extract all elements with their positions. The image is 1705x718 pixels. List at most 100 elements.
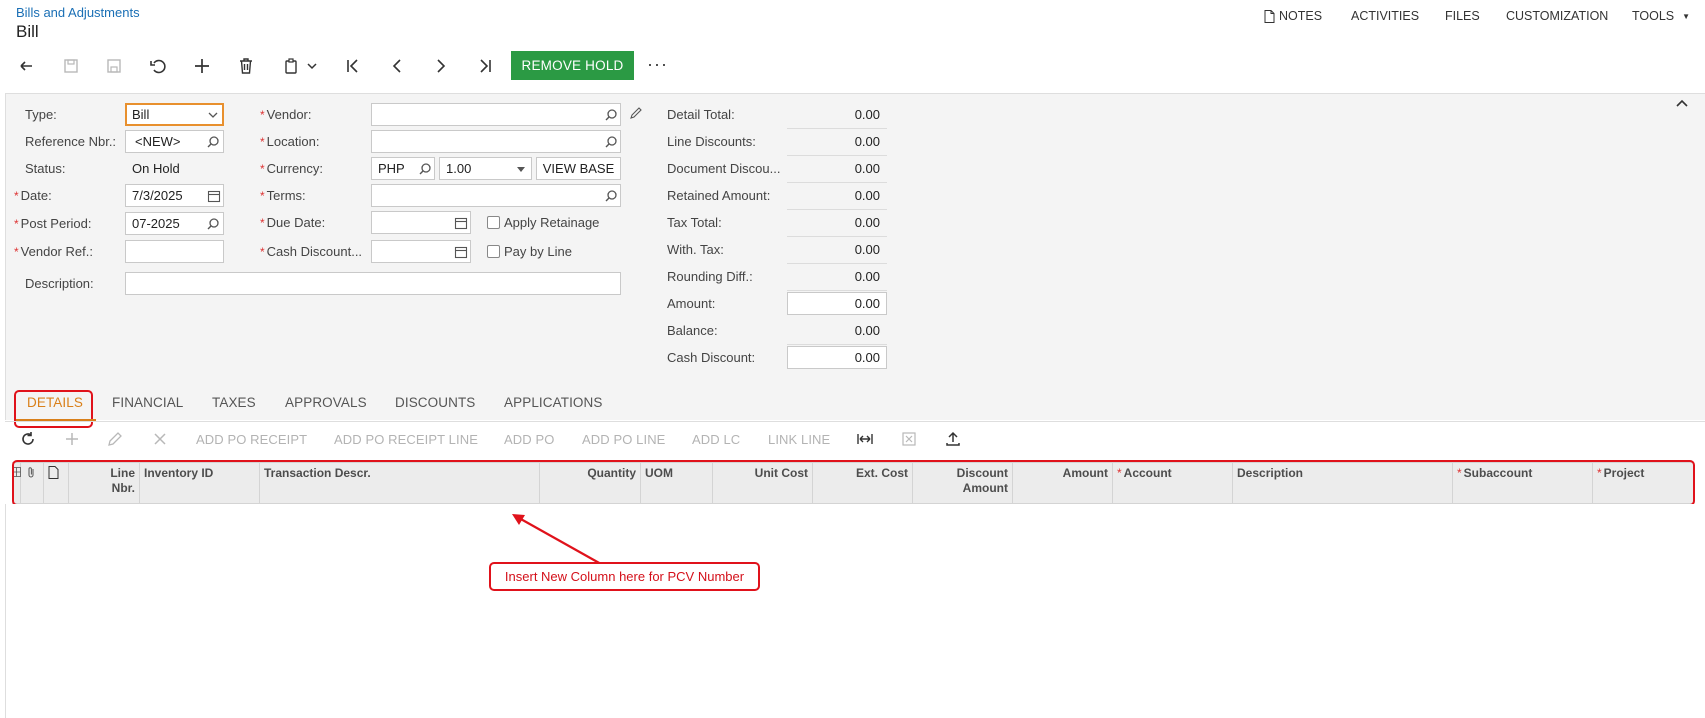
chevron-down-icon[interactable]: [306, 56, 318, 76]
files-button[interactable]: FILES: [1445, 9, 1480, 23]
add-po-receipt-button[interactable]: ADD PO RECEIPT: [196, 432, 307, 447]
tab-taxes[interactable]: TAXES: [212, 395, 256, 410]
summary-label: Document Discou...: [667, 161, 781, 176]
vendor-label: * Vendor:: [260, 107, 312, 122]
cash-discount-date-label: * Cash Discount...: [260, 244, 363, 259]
search-icon[interactable]: [604, 108, 618, 122]
previous-record-icon[interactable]: [387, 56, 407, 76]
annotation-arrow: [512, 514, 602, 565]
description-field[interactable]: [125, 272, 621, 295]
notes-label: NOTES: [1279, 9, 1323, 23]
export-excel-icon[interactable]: [900, 430, 918, 448]
customization-button[interactable]: CUSTOMIZATION: [1506, 9, 1608, 23]
currency-label: * Currency:: [260, 161, 324, 176]
summary-label: Retained Amount:: [667, 188, 771, 203]
tab-discounts[interactable]: DISCOUNTS: [395, 395, 475, 410]
calendar-icon[interactable]: [454, 216, 468, 230]
link-line-button[interactable]: LINK LINE: [768, 432, 830, 447]
summary-input[interactable]: 0.00: [787, 346, 887, 369]
post-period-label: * Post Period:: [14, 216, 92, 231]
due-date-field[interactable]: [371, 211, 471, 234]
summary-value: 0.00: [787, 323, 887, 345]
search-icon[interactable]: [604, 189, 618, 203]
undo-back-icon[interactable]: [17, 56, 37, 76]
add-po-button[interactable]: ADD PO: [504, 432, 554, 447]
date-field[interactable]: 7/3/2025: [125, 184, 224, 207]
currency-rate-select[interactable]: 1.00: [439, 157, 532, 180]
active-tab-underline: [16, 419, 96, 421]
cash-discount-date-field[interactable]: [371, 240, 471, 263]
calendar-icon[interactable]: [454, 245, 468, 259]
terms-field[interactable]: [371, 184, 621, 207]
summary-label: With. Tax:: [667, 242, 724, 257]
description-label: Description:: [25, 276, 94, 291]
type-select[interactable]: Bill: [125, 103, 224, 126]
summary-label: Amount:: [667, 296, 716, 311]
page-title: Bill: [16, 22, 39, 41]
view-base-button[interactable]: VIEW BASE: [536, 157, 621, 180]
summary-value: 0.00: [787, 161, 887, 183]
caret-down-icon: [514, 162, 528, 176]
search-icon[interactable]: [206, 135, 220, 149]
reference-nbr-field[interactable]: <NEW>: [125, 130, 224, 153]
fit-columns-icon[interactable]: [856, 430, 874, 448]
tab-financial[interactable]: FINANCIAL: [112, 395, 183, 410]
search-icon[interactable]: [418, 162, 432, 176]
location-label: * Location:: [260, 134, 320, 149]
tab-applications[interactable]: APPLICATIONS: [504, 395, 602, 410]
vendor-ref-field[interactable]: [125, 240, 224, 263]
activities-label: ACTIVITIES: [1351, 9, 1420, 23]
save-icon[interactable]: [104, 56, 124, 76]
summary-label: Balance:: [667, 323, 718, 338]
add-po-receipt-line-button[interactable]: ADD PO RECEIPT LINE: [334, 432, 478, 447]
edit-pencil-icon[interactable]: [629, 106, 643, 120]
search-icon[interactable]: [604, 135, 618, 149]
currency-field[interactable]: PHP: [371, 157, 435, 180]
summary-label: Detail Total:: [667, 107, 735, 122]
search-icon[interactable]: [206, 217, 220, 231]
annotation-note: Insert New Column here for PCV Number: [489, 562, 760, 591]
apply-retainage-checkbox[interactable]: [487, 216, 500, 229]
summary-value: 0.00: [787, 269, 887, 291]
next-record-icon[interactable]: [431, 56, 451, 76]
delete-row-icon[interactable]: [151, 430, 169, 448]
document-icon: [1264, 9, 1275, 23]
first-record-icon[interactable]: [343, 56, 363, 76]
caret-down-icon: ▼: [1682, 11, 1691, 21]
date-label: * Date:: [14, 188, 52, 203]
grid-header-highlight: [12, 460, 1695, 506]
tab-approvals[interactable]: APPROVALS: [285, 395, 367, 410]
apply-retainage-label: Apply Retainage: [504, 215, 600, 230]
type-label: Type:: [25, 107, 57, 122]
collapse-chevron-icon[interactable]: [1675, 97, 1689, 111]
breadcrumb-link[interactable]: Bills and Adjustments: [16, 5, 140, 20]
cancel-changes-icon[interactable]: [148, 56, 168, 76]
add-lc-button[interactable]: ADD LC: [692, 432, 740, 447]
last-record-icon[interactable]: [475, 56, 495, 76]
summary-input[interactable]: 0.00: [787, 292, 887, 315]
activities-button[interactable]: ACTIVITIES: [1351, 9, 1419, 23]
delete-icon[interactable]: [236, 56, 256, 76]
refresh-icon[interactable]: [19, 430, 37, 448]
summary-value: 0.00: [787, 134, 887, 156]
details-grid-body: [5, 504, 1705, 718]
tab-details[interactable]: DETAILS: [27, 395, 83, 410]
calendar-icon[interactable]: [207, 189, 221, 203]
pay-by-line-checkbox[interactable]: [487, 245, 500, 258]
upload-icon[interactable]: [944, 430, 962, 448]
chevron-down-icon: [206, 108, 220, 122]
notes-button[interactable]: NOTES: [1264, 9, 1322, 23]
add-row-icon[interactable]: [63, 430, 81, 448]
vendor-field[interactable]: [371, 103, 621, 126]
remove-hold-button[interactable]: REMOVE HOLD: [511, 51, 634, 80]
tools-label: TOOLS: [1632, 9, 1675, 23]
post-period-field[interactable]: 07-2025: [125, 212, 224, 235]
location-field[interactable]: [371, 130, 621, 153]
save-close-icon[interactable]: [61, 56, 81, 76]
tools-menu[interactable]: TOOLS ▼: [1632, 9, 1690, 23]
add-icon[interactable]: [192, 56, 212, 76]
edit-row-icon[interactable]: [106, 430, 124, 448]
clipboard-icon[interactable]: [281, 56, 301, 76]
more-actions-icon[interactable]: ···: [647, 54, 668, 75]
add-po-line-button[interactable]: ADD PO LINE: [582, 432, 665, 447]
